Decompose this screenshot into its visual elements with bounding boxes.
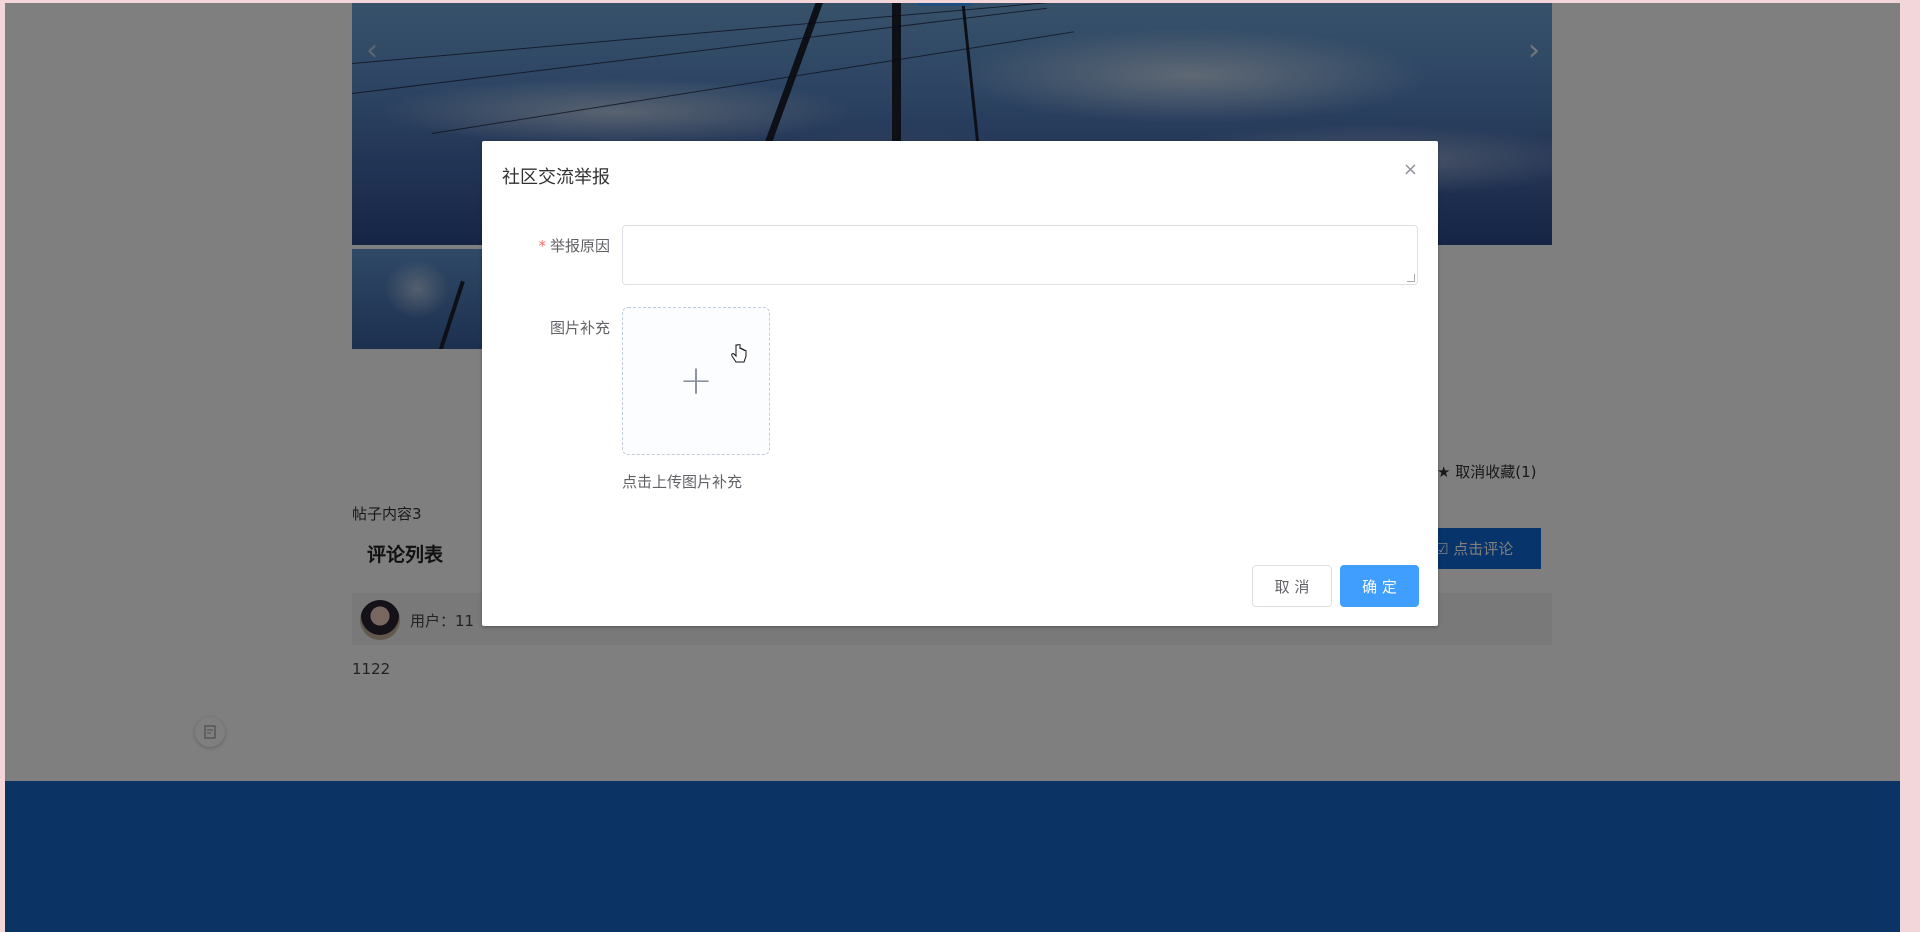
close-icon[interactable]: ×: [1403, 159, 1418, 180]
pointer-cursor-icon: [730, 343, 748, 371]
required-mark: *: [538, 237, 546, 255]
hand-cursor-icon: [731, 343, 747, 363]
upload-tip: 点击上传图片补充: [622, 473, 743, 491]
plus-icon: +: [679, 358, 713, 404]
dialog-title: 社区交流举报: [502, 167, 610, 188]
reason-label-text: 举报原因: [549, 237, 610, 255]
image-upload-button[interactable]: +: [622, 307, 770, 455]
resize-handle[interactable]: [1407, 274, 1415, 282]
reason-label: * 举报原因: [490, 235, 610, 256]
reason-textarea[interactable]: [622, 225, 1418, 285]
cancel-button[interactable]: 取 消: [1252, 565, 1332, 607]
confirm-button[interactable]: 确 定: [1340, 565, 1419, 607]
report-dialog: 社区交流举报 × * 举报原因 图片补充 + 点击上传图片补充 取 消 确 定: [482, 141, 1438, 626]
image-label: 图片补充: [549, 319, 610, 337]
